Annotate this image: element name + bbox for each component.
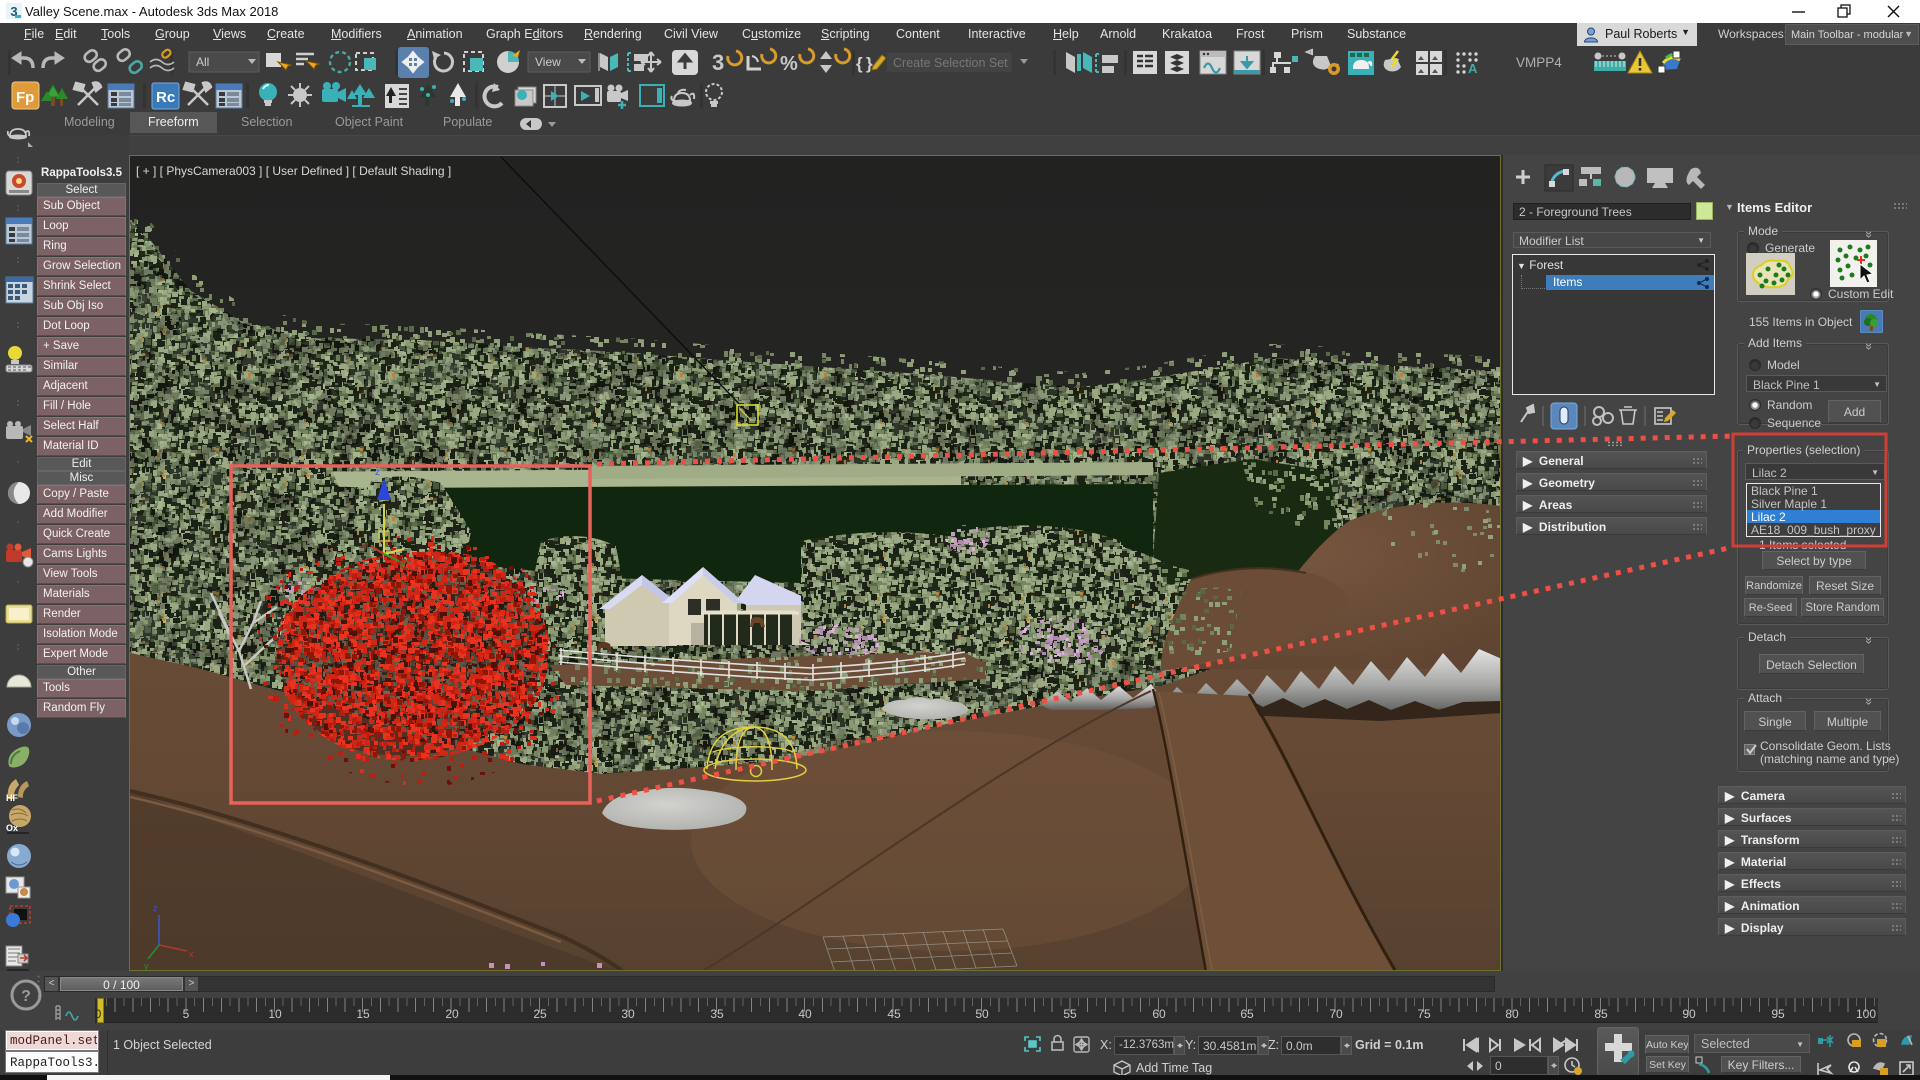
svg-text:All: All xyxy=(196,55,209,69)
svg-text:HF: HF xyxy=(6,793,18,803)
svg-text:Rc: Rc xyxy=(156,89,175,106)
svg-text:Create Selection Set: Create Selection Set xyxy=(893,56,1008,70)
svg-text:{ }: { } xyxy=(856,54,873,73)
svg-text:y: y xyxy=(144,961,149,970)
svg-text:VMPP4: VMPP4 xyxy=(1516,55,1562,70)
svg-text:?: ? xyxy=(21,988,31,1005)
svg-text:Ox: Ox xyxy=(6,823,18,833)
svg-text:A: A xyxy=(1468,61,1478,76)
svg-text:y: y xyxy=(401,559,406,570)
svg-text:x: x xyxy=(189,949,194,959)
svg-text:z: z xyxy=(153,903,158,913)
svg-text:%: % xyxy=(780,53,798,75)
svg-text:z: z xyxy=(375,467,380,478)
svg-text:3: 3 xyxy=(712,50,724,75)
svg-text:View: View xyxy=(535,55,561,69)
svg-text:Fp: Fp xyxy=(16,89,34,106)
